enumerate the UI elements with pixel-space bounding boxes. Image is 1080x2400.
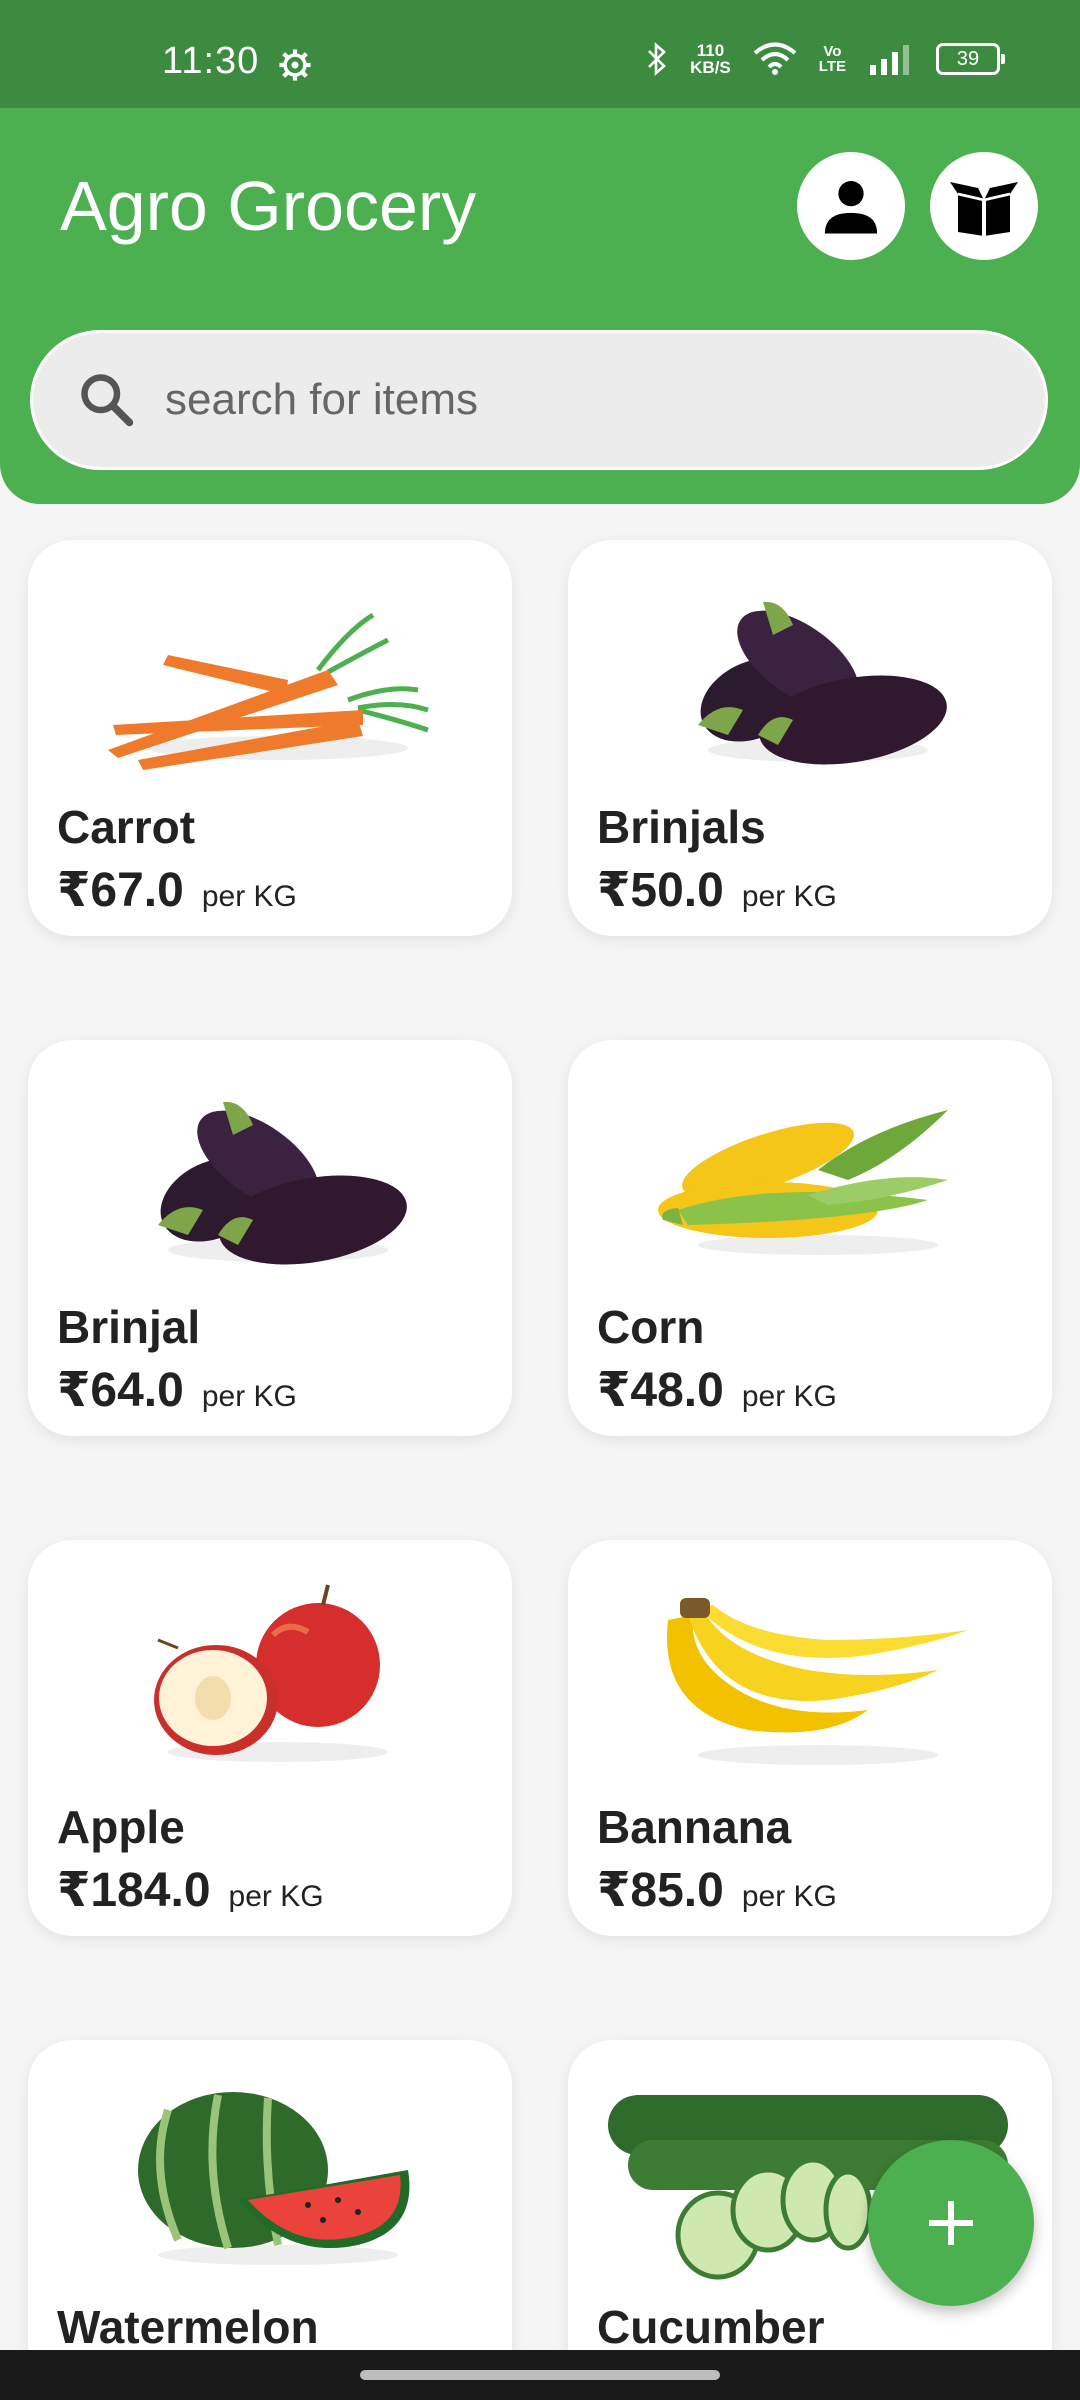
product-image-banana: [667, 1598, 968, 1765]
product-price: ₹64.0: [57, 1364, 184, 1417]
product-card-brinjal[interactable]: Brinjal ₹64.0 per KG: [28, 1040, 512, 1436]
product-card-corn[interactable]: Corn ₹48.0 per KG: [568, 1040, 1052, 1436]
product-name: Carrot: [57, 801, 196, 853]
search-icon: [81, 374, 134, 427]
product-price-row: ₹67.0 per KG: [57, 862, 297, 918]
product-unit: per KG: [741, 880, 837, 913]
product-image-watermelon: [138, 2092, 410, 2265]
app-title: Agro Grocery: [60, 167, 477, 245]
product-image-apple: [154, 1584, 388, 1762]
product-grid: Carrot ₹67.0 per KG Brinjals ₹50.0 per K…: [0, 504, 1080, 2350]
bluetooth-icon: [648, 42, 667, 76]
gear-icon: [279, 49, 311, 81]
product-price-row: ₹184.0 per KG: [57, 1862, 324, 1918]
product-name: Apple: [57, 1801, 185, 1853]
network-speed-value: 110: [696, 41, 725, 60]
product-image-brinjal: [698, 601, 947, 765]
product-price: ₹50.0: [597, 864, 724, 917]
person-icon: [824, 180, 878, 234]
product-price-row: ₹85.0 per KG: [597, 1862, 837, 1918]
app-header: Agro Grocery: [0, 108, 1080, 504]
product-card-carrot[interactable]: Carrot ₹67.0 per KG: [28, 540, 512, 936]
product-price-row: ₹50.0 per KG: [597, 862, 837, 918]
status-bar: 11:30 110 KB/S Vo LTE 39: [0, 0, 1080, 108]
product-price-row: ₹48.0 per KG: [597, 1362, 837, 1418]
product-price-row: ₹64.0 per KG: [57, 1362, 297, 1418]
product-unit: per KG: [741, 1880, 837, 1913]
product-image-brinjal: [158, 1101, 407, 1265]
status-icons: 110 KB/S Vo LTE 39: [646, 42, 1005, 76]
product-image-corn: [658, 1110, 948, 1255]
system-nav-bar: [0, 2350, 1080, 2400]
product-image-carrot: [108, 612, 429, 770]
product-card-bannana[interactable]: Bannana ₹85.0 per KG: [568, 1540, 1052, 1936]
volte-bottom: LTE: [818, 58, 846, 75]
product-unit: per KG: [201, 880, 297, 913]
volte-indicator: Vo LTE: [819, 44, 846, 74]
profile-button[interactable]: [797, 152, 905, 260]
network-speed: 110 KB/S: [690, 42, 731, 76]
orders-button[interactable]: [930, 152, 1038, 260]
product-card-brinjals[interactable]: Brinjals ₹50.0 per KG: [568, 540, 1052, 936]
product-name: Brinjal: [57, 1301, 201, 1353]
product-name: Bannana: [597, 1801, 792, 1853]
product-card-apple[interactable]: Apple ₹184.0 per KG: [28, 1540, 512, 1936]
product-price: ₹48.0: [597, 1364, 724, 1417]
status-time: 11:30: [162, 40, 260, 82]
wifi-icon: [753, 42, 797, 75]
volte-top: Vo: [823, 43, 842, 60]
product-unit: per KG: [228, 1880, 324, 1913]
product-price: ₹85.0: [597, 1864, 724, 1917]
search-bar[interactable]: [30, 330, 1048, 470]
product-card-watermelon[interactable]: Watermelon: [28, 2040, 512, 2350]
product-name: Brinjals: [597, 801, 766, 853]
home-gesture-handle[interactable]: [360, 2370, 720, 2380]
product-name: Cucumber: [597, 2301, 825, 2350]
search-input[interactable]: [163, 374, 967, 426]
plus-icon: [929, 2201, 973, 2245]
battery-level: 39: [956, 47, 980, 70]
network-speed-unit: KB/S: [690, 58, 731, 77]
product-name: Corn: [597, 1301, 705, 1353]
battery-icon: 39: [936, 43, 1005, 75]
box-icon: [950, 182, 1018, 236]
product-price: ₹67.0: [57, 864, 184, 917]
product-unit: per KG: [741, 1380, 837, 1413]
signal-icon: [870, 45, 909, 75]
product-name: Watermelon: [57, 2301, 319, 2350]
product-price: ₹184.0: [57, 1864, 211, 1917]
add-item-button[interactable]: [868, 2140, 1034, 2306]
product-unit: per KG: [201, 1380, 297, 1413]
